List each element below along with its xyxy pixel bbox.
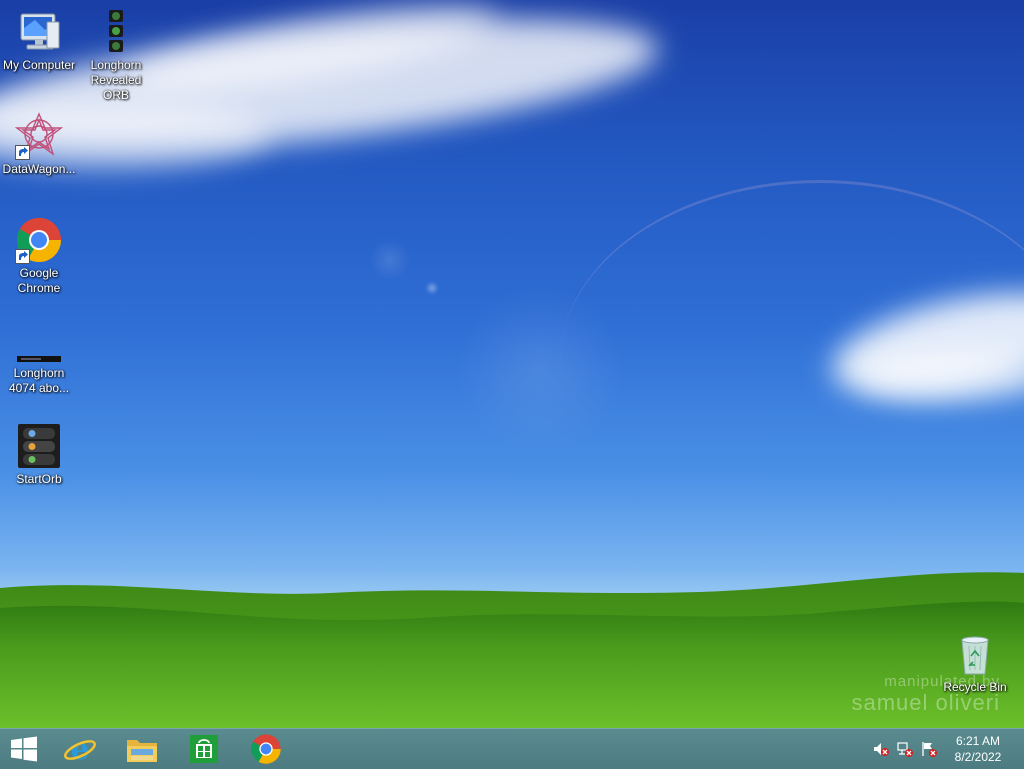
desktop-icon-label: Longhorn 4074 abo... — [8, 366, 70, 395]
desktop-icon-label: DataWagon... — [2, 162, 76, 176]
network-icon[interactable] — [896, 740, 914, 758]
desktop-icon-longhorn-revealed-orb[interactable]: Longhorn Revealed ORB — [77, 8, 155, 103]
desktop-icon-my-computer[interactable]: My Computer — [0, 8, 78, 73]
watermark-line-2: samuel oliveri — [851, 690, 1000, 715]
volume-muted-icon[interactable] — [872, 740, 890, 758]
taskbar-clock[interactable]: 6:21 AM 8/2/2022 — [948, 733, 1008, 765]
store-icon — [190, 735, 218, 763]
wallpaper-watermark: manipulated by samuel oliveri — [852, 673, 1001, 716]
clock-date: 8/2/2022 — [954, 750, 1002, 764]
taskbar-google-chrome[interactable] — [236, 729, 296, 769]
taskbar-file-explorer[interactable] — [112, 729, 172, 769]
orb-strip-icon — [92, 8, 140, 56]
taskbar-store[interactable] — [174, 729, 234, 769]
windows-logo-icon — [11, 736, 37, 762]
chrome-icon — [251, 734, 281, 764]
chrome-icon — [15, 216, 63, 264]
ie-icon: e — [64, 732, 96, 766]
desktop-icon-label: Longhorn Revealed ORB — [90, 58, 142, 102]
taskbar: e 6:21 AM 8/2/2022 — [0, 728, 1024, 769]
system-tray — [872, 729, 938, 769]
recycle-bin-icon — [951, 630, 999, 678]
action-center-flag-icon[interactable] — [920, 740, 938, 758]
start-button[interactable] — [0, 729, 48, 769]
folder-icon — [127, 740, 157, 762]
rainbow-arc — [560, 180, 1024, 543]
desktop-icon-startorb[interactable]: StartOrb — [0, 422, 78, 487]
desktop-icon-datawagon[interactable]: DataWagon... — [0, 112, 78, 177]
clock-time: 6:21 AM — [955, 734, 1001, 748]
desktop-background — [0, 0, 1024, 728]
computer-icon — [15, 8, 63, 56]
desktop-icon-google-chrome[interactable]: Google Chrome — [0, 216, 78, 296]
shortcut-arrow-icon — [15, 145, 30, 160]
shortcut-arrow-icon — [15, 249, 30, 264]
desktop-icon-label: Google Chrome — [17, 266, 61, 295]
watermark-line-1: manipulated by — [884, 673, 1000, 690]
desktop-icon-label: My Computer — [2, 58, 76, 72]
desktop-icon-label: StartOrb — [16, 472, 62, 486]
longhorn-screenshot-icon — [15, 336, 63, 364]
startorb-icon — [15, 422, 63, 470]
desktop-icon-longhorn-4074[interactable]: Longhorn 4074 abo... — [0, 336, 78, 396]
svg-text:e: e — [70, 732, 89, 766]
taskbar-internet-explorer[interactable]: e — [50, 729, 110, 769]
datawagon-icon — [14, 112, 64, 160]
